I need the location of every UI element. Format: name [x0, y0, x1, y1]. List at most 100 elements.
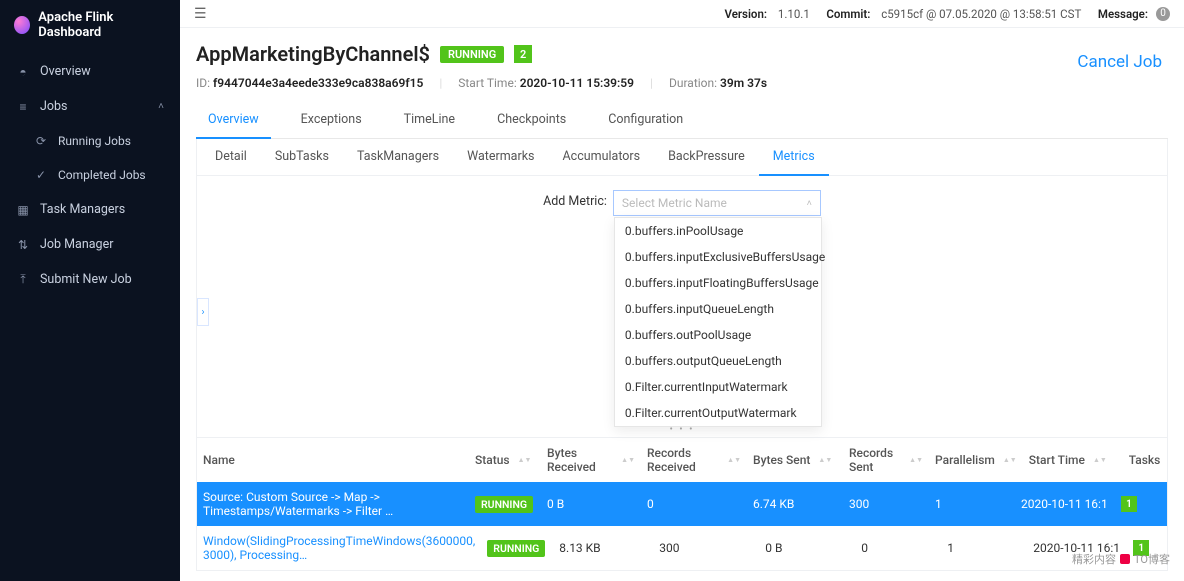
column-header[interactable]: Tasks	[1123, 445, 1168, 475]
cancel-job-button[interactable]: Cancel Job	[1077, 52, 1162, 72]
watermark-icon	[1120, 554, 1130, 564]
column-header[interactable]: Status▲▼	[469, 445, 541, 475]
sort-icon: ▲▼	[518, 458, 532, 463]
start-time: 2020-10-11 16:1	[1015, 489, 1115, 519]
metric-option[interactable]: 0.buffers.inPoolUsage	[615, 218, 821, 244]
job-parallelism-badge: 2	[514, 45, 532, 63]
tab-checkpoints[interactable]: Checkpoints	[485, 104, 578, 138]
metric-option[interactable]: 0.buffers.outPoolUsage	[615, 322, 821, 348]
nav-label: Task Managers	[40, 202, 125, 217]
operators-table: NameStatus▲▼Bytes Received▲▼Records Rece…	[197, 437, 1167, 570]
metric-option[interactable]: 0.Filter.currentOutputWatermark	[615, 400, 821, 426]
tab-configuration[interactable]: Configuration	[596, 104, 695, 138]
sidebar-item-task-managers[interactable]: ▦ Task Managers	[0, 192, 180, 227]
sidebar: Apache Flink Dashboard ◓ Overview ≡Jobs˄ ⟳ R…	[0, 0, 180, 581]
nav-icon: ⟳	[34, 134, 48, 148]
column-header[interactable]: Bytes Received▲▼	[541, 438, 641, 482]
column-header[interactable]: Start Time▲▼	[1023, 445, 1123, 475]
tasks-badge: 1	[1121, 496, 1137, 512]
tab-timeline[interactable]: TimeLine	[392, 104, 467, 138]
brand-title: Apache Flink Dashboard	[38, 10, 166, 40]
subtab-subtasks[interactable]: SubTasks	[261, 139, 343, 175]
operator-name[interactable]: Source: Custom Source -> Map -> Timestam…	[203, 490, 463, 518]
nav-label: Job Manager	[40, 237, 113, 252]
table-row[interactable]: Window(SlidingProcessingTimeWindows(3600…	[197, 526, 1167, 570]
chevron-up-icon: ˄	[158, 101, 164, 112]
column-header[interactable]: Name	[197, 445, 469, 475]
start-time-label: Start Time:	[458, 76, 516, 90]
table-row[interactable]: Source: Custom Source -> Map -> Timestam…	[197, 482, 1167, 526]
bytes-received: 0 B	[541, 489, 641, 519]
bytes-sent: 6.74 KB	[747, 489, 843, 519]
content-panel: DetailSubTasksTaskManagersWatermarksAccu…	[196, 139, 1168, 571]
subtab-watermarks[interactable]: Watermarks	[453, 139, 548, 175]
bytes-received: 8.13 KB	[553, 533, 653, 563]
metric-dropdown: 0.buffers.inPoolUsage0.buffers.inputExcl…	[614, 217, 822, 427]
column-header[interactable]: Records Sent▲▼	[843, 438, 929, 482]
sidebar-item-running-jobs[interactable]: ⟳ Running Jobs	[0, 124, 180, 158]
sidebar-item-completed-jobs[interactable]: ✓ Completed Jobs	[0, 158, 180, 192]
metric-option[interactable]: 0.buffers.inputExclusiveBuffersUsage	[615, 244, 821, 270]
duration-label: Duration:	[669, 76, 717, 90]
metric-option[interactable]: 0.buffers.outputQueueLength	[615, 348, 821, 374]
sidebar-item-job-manager[interactable]: ⇅ Job Manager	[0, 227, 180, 262]
job-title: AppMarketingByChannel$	[196, 42, 430, 66]
nav-label: Completed Jobs	[58, 168, 146, 182]
watermark: 精彩内容 TO博客	[1072, 551, 1170, 567]
column-header[interactable]: Records Received▲▼	[641, 438, 747, 482]
nav-label: Submit New Job	[40, 272, 132, 287]
subtab-accumulators[interactable]: Accumulators	[549, 139, 655, 175]
sidebar-item-overview[interactable]: ◓ Overview	[0, 54, 180, 89]
sort-icon: ▲▼	[1093, 458, 1107, 463]
nav-icon: ⇅	[16, 238, 30, 252]
nav-label: Running Jobs	[58, 134, 131, 148]
version-value: 1.10.1	[778, 7, 810, 21]
sort-icon: ▲▼	[1003, 458, 1017, 463]
status-badge: RUNNING	[475, 496, 533, 513]
records-sent: 0	[855, 533, 941, 563]
metric-select[interactable]: Select Metric Name ˄ 0.buffers.inPoolUsa…	[613, 190, 821, 216]
nav-icon: ⤒	[16, 273, 30, 287]
tab-exceptions[interactable]: Exceptions	[289, 104, 374, 138]
commit-value: c5915cf @ 07.05.2020 @ 13:58:51 CST	[881, 7, 1081, 21]
column-header[interactable]: Parallelism▲▼	[929, 445, 1023, 475]
operator-name[interactable]: Window(SlidingProcessingTimeWindows(3600…	[203, 534, 475, 562]
message-label: Message:	[1098, 7, 1148, 21]
subtab-detail[interactable]: Detail	[201, 139, 261, 175]
job-id: f9447044e3a4eede333e9ca838a69f15	[213, 76, 423, 90]
bytes-sent: 0 B	[759, 533, 855, 563]
id-label: ID:	[196, 76, 210, 90]
column-header[interactable]: Bytes Sent▲▼	[747, 445, 843, 475]
brand: Apache Flink Dashboard	[0, 4, 180, 54]
sidebar-item-jobs[interactable]: ≡Jobs˄	[0, 89, 180, 124]
nav-label: Overview	[40, 64, 91, 79]
chevron-down-icon: ˄	[807, 198, 812, 209]
metric-option[interactable]: 0.buffers.inputQueueLength	[615, 296, 821, 322]
records-received: 0	[641, 489, 747, 519]
nav-icon: ≡	[16, 100, 30, 114]
metric-option[interactable]: 0.Filter.currentInputWatermark	[615, 374, 821, 400]
job-status-badge: RUNNING	[440, 46, 504, 63]
subtab-taskmanagers[interactable]: TaskManagers	[343, 139, 453, 175]
nav-icon: ✓	[34, 168, 48, 182]
message-badge[interactable]: 0	[1156, 7, 1170, 21]
duration-value: 39m 37s	[720, 76, 767, 90]
subtab-metrics[interactable]: Metrics	[759, 139, 829, 176]
records-sent: 300	[843, 489, 929, 519]
add-metric-label: Add Metric:	[543, 190, 607, 209]
tab-overview[interactable]: Overview	[196, 104, 271, 139]
start-time-value: 2020-10-11 15:39:59	[520, 76, 634, 90]
sidebar-item-submit-new-job[interactable]: ⤒ Submit New Job	[0, 262, 180, 297]
subtab-backpressure[interactable]: BackPressure	[654, 139, 759, 175]
job-header: AppMarketingByChannel$ RUNNING 2 Cancel …	[180, 28, 1184, 139]
expand-panel-handle[interactable]: ›	[197, 298, 209, 326]
parallelism: 1	[929, 489, 1015, 519]
collapse-sidebar-icon[interactable]: ☰	[194, 6, 207, 22]
metric-option[interactable]: 0.buffers.inputFloatingBuffersUsage	[615, 270, 821, 296]
commit-label: Commit:	[826, 7, 870, 21]
metrics-area: › Add Metric: Select Metric Name ˄ 0.buf…	[197, 176, 1167, 422]
nav-icon: ◓	[16, 65, 30, 79]
secondary-tabs: DetailSubTasksTaskManagersWatermarksAccu…	[197, 139, 1167, 176]
primary-tabs: Overview Exceptions TimeLine Checkpoints Con…	[196, 104, 1168, 139]
nav-icon: ▦	[16, 203, 30, 217]
